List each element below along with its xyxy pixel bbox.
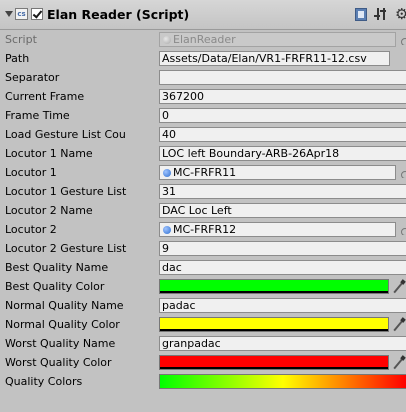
gameobject-icon	[163, 169, 171, 177]
quality-colors-label: Quality Colors	[5, 375, 83, 388]
best-quality-name-row: Best Quality Name dac	[0, 259, 406, 277]
path-label: Path	[5, 52, 30, 65]
normal-quality-color-row: Normal Quality Color	[0, 316, 406, 334]
load-gesture-list-count-label: Load Gesture List Cou	[5, 128, 126, 141]
current-frame-input[interactable]: 367200	[159, 89, 406, 104]
script-label: Script	[5, 33, 37, 46]
locutor1-gesture-list-row: Locutor 1 Gesture List 31	[0, 183, 406, 201]
book-reference-icon[interactable]	[355, 8, 367, 21]
locutor2-name-label: Locutor 2 Name	[5, 204, 93, 217]
sliders-icon[interactable]	[374, 7, 388, 21]
best-quality-name-input[interactable]: dac	[159, 260, 406, 275]
component-header: cs Elan Reader (Script) ⚙	[0, 0, 406, 30]
normal-quality-name-row: Normal Quality Name padac	[0, 297, 406, 315]
quality-colors-row: Quality Colors	[0, 373, 406, 391]
locutor2-gesture-list-row: Locutor 2 Gesture List 9	[0, 240, 406, 258]
eyedropper-icon[interactable]	[392, 280, 406, 294]
quality-colors-gradient[interactable]	[159, 374, 406, 389]
normal-quality-name-input[interactable]: padac	[159, 298, 406, 313]
eyedropper-icon[interactable]	[392, 318, 406, 332]
separator-row: Separator	[0, 69, 406, 87]
locutor1-picker-icon[interactable]	[399, 167, 406, 178]
worst-quality-name-row: Worst Quality Name granpadac	[0, 335, 406, 353]
frame-time-input[interactable]: 0	[159, 108, 406, 123]
normal-quality-color-label: Normal Quality Color	[5, 318, 120, 331]
separator-label: Separator	[5, 71, 60, 84]
script-field: ElanReader	[159, 32, 396, 47]
path-row: Path Assets/Data/Elan/VR1-FRFR11-12.csv	[0, 50, 406, 68]
best-quality-color-label: Best Quality Color	[5, 280, 105, 293]
worst-quality-color-swatch[interactable]	[159, 355, 389, 370]
frame-time-row: Frame Time 0	[0, 107, 406, 125]
load-gesture-list-count-row: Load Gesture List Cou 40	[0, 126, 406, 144]
locutor2-gesture-list-input[interactable]: 9	[159, 241, 406, 256]
load-gesture-list-count-input[interactable]: 40	[159, 127, 406, 142]
locutor1-object-field[interactable]: MC-FRFR11	[159, 165, 396, 180]
separator-input[interactable]	[159, 70, 406, 85]
locutor2-picker-icon[interactable]	[399, 224, 406, 235]
locutor2-name-input[interactable]: DAC Loc Left	[159, 203, 406, 218]
locutor1-name-label: Locutor 1 Name	[5, 147, 93, 160]
locutor2-name-row: Locutor 2 Name DAC Loc Left	[0, 202, 406, 220]
locutor1-value: MC-FRFR11	[173, 166, 237, 179]
path-input[interactable]: Assets/Data/Elan/VR1-FRFR11-12.csv	[159, 51, 390, 66]
locutor2-gesture-list-label: Locutor 2 Gesture List	[5, 242, 127, 255]
eyedropper-icon[interactable]	[392, 356, 406, 370]
script-file-icon: cs	[15, 8, 28, 20]
script-picker-icon	[399, 34, 406, 45]
script-row: Script ElanReader	[0, 31, 406, 49]
frame-time-label: Frame Time	[5, 109, 70, 122]
locutor1-name-input[interactable]: LOC left Boundary-ARB-26Apr18	[159, 146, 406, 161]
component-title[interactable]: Elan Reader (Script)	[47, 7, 189, 22]
worst-quality-color-label: Worst Quality Color	[5, 356, 112, 369]
locutor1-name-row: Locutor 1 Name LOC left Boundary-ARB-26A…	[0, 145, 406, 163]
best-quality-color-swatch[interactable]	[159, 279, 389, 294]
gear-icon[interactable]: ⚙	[395, 6, 406, 22]
normal-quality-name-label: Normal Quality Name	[5, 299, 124, 312]
best-quality-color-row: Best Quality Color	[0, 278, 406, 296]
script-asset-icon	[163, 36, 171, 44]
normal-quality-color-swatch[interactable]	[159, 317, 389, 332]
locutor2-object-field[interactable]: MC-FRFR12	[159, 222, 396, 237]
worst-quality-name-label: Worst Quality Name	[5, 337, 116, 350]
locutor2-label: Locutor 2	[5, 223, 57, 236]
current-frame-label: Current Frame	[5, 90, 85, 103]
locutor2-value: MC-FRFR12	[173, 223, 237, 236]
locutor1-gesture-list-label: Locutor 1 Gesture List	[5, 185, 127, 198]
worst-quality-color-row: Worst Quality Color	[0, 354, 406, 372]
worst-quality-name-input[interactable]: granpadac	[159, 336, 406, 351]
best-quality-name-label: Best Quality Name	[5, 261, 109, 274]
locutor1-gesture-list-input[interactable]: 31	[159, 184, 406, 199]
current-frame-row: Current Frame 367200	[0, 88, 406, 106]
foldout-arrow-icon[interactable]	[5, 11, 13, 17]
gameobject-icon	[163, 226, 171, 234]
locutor1-label: Locutor 1	[5, 166, 57, 179]
locutor1-row: Locutor 1 MC-FRFR11	[0, 164, 406, 182]
script-value: ElanReader	[173, 33, 236, 46]
locutor2-row: Locutor 2 MC-FRFR12	[0, 221, 406, 239]
component-enabled-checkbox[interactable]	[31, 8, 43, 20]
